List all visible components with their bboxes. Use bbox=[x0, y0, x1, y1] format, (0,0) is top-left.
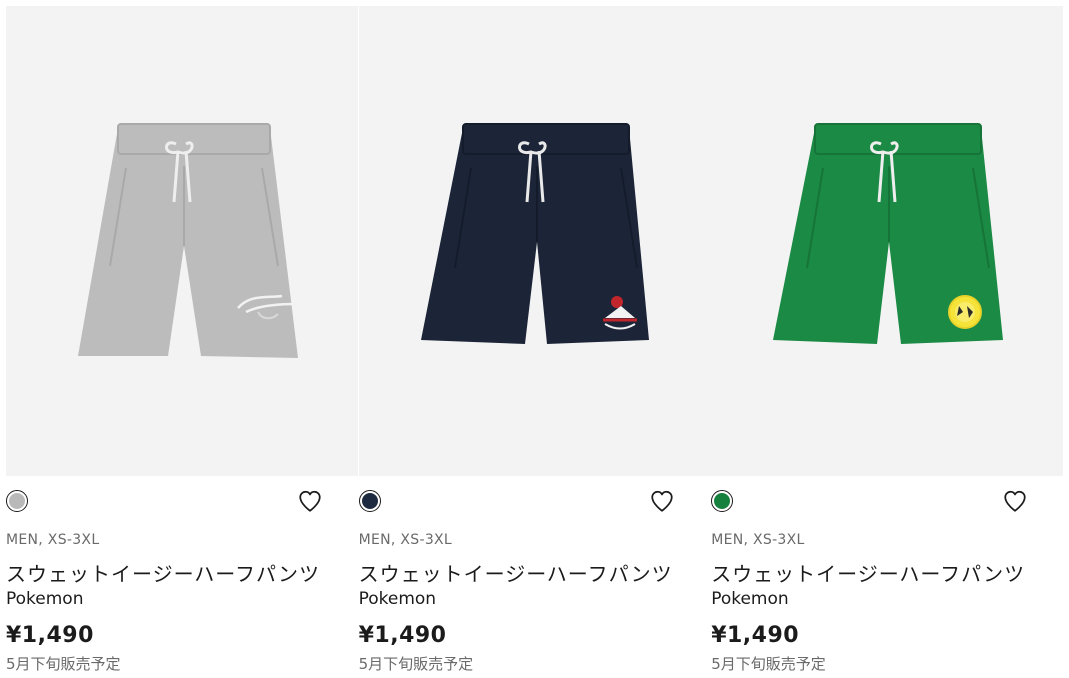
color-swatch-row bbox=[711, 476, 1064, 530]
color-swatch-selected[interactable] bbox=[358, 490, 381, 512]
product-brand: Pokemon bbox=[358, 589, 437, 609]
product-category: MEN, XS-3XL bbox=[358, 532, 453, 548]
product-price: ¥1,490 bbox=[358, 623, 447, 648]
color-swatch-row bbox=[358, 476, 712, 530]
release-note: 5月下旬販売予定 bbox=[711, 655, 826, 673]
swatch-fill bbox=[714, 493, 731, 509]
product-price: ¥1,490 bbox=[6, 623, 94, 648]
product-image[interactable] bbox=[711, 6, 1064, 476]
product-card[interactable]: MEN, XS-3XL スウェットイージーハーフパンツ Pokemon ¥1,4… bbox=[6, 6, 359, 674]
product-brand: Pokemon bbox=[711, 589, 789, 609]
product-image[interactable] bbox=[358, 6, 711, 476]
product-card[interactable]: MEN, XS-3XL スウェットイージーハーフパンツ Pokemon ¥1,4… bbox=[711, 6, 1064, 674]
release-note: 5月下旬販売予定 bbox=[358, 655, 474, 673]
heart-outline-icon[interactable] bbox=[1002, 488, 1028, 514]
swatch-fill bbox=[361, 493, 378, 509]
shorts-image bbox=[773, 123, 1004, 344]
color-swatch-selected[interactable] bbox=[711, 490, 734, 512]
product-title[interactable]: スウェットイージーハーフパンツ bbox=[6, 558, 359, 588]
product-category: MEN, XS-3XL bbox=[711, 532, 805, 548]
heart-outline-icon[interactable] bbox=[297, 488, 323, 514]
product-card[interactable]: MEN, XS-3XL スウェットイージーハーフパンツ Pokemon ¥1,4… bbox=[358, 6, 712, 674]
shorts-image bbox=[78, 123, 298, 358]
color-swatch-selected[interactable] bbox=[6, 490, 28, 512]
swatch-fill bbox=[9, 493, 25, 509]
product-grid: MEN, XS-3XL スウェットイージーハーフパンツ Pokemon ¥1,4… bbox=[6, 6, 1064, 674]
product-image[interactable] bbox=[6, 6, 358, 476]
product-brand: Pokemon bbox=[6, 589, 84, 609]
product-title[interactable]: スウェットイージーハーフパンツ bbox=[359, 558, 712, 588]
shorts-image bbox=[420, 123, 649, 344]
product-title[interactable]: スウェットイージーハーフパンツ bbox=[711, 558, 1064, 588]
logo-pikachu-badge bbox=[948, 295, 983, 329]
heart-outline-icon[interactable] bbox=[649, 488, 675, 514]
color-swatch-row bbox=[6, 476, 359, 530]
product-price: ¥1,490 bbox=[711, 623, 800, 648]
product-category: MEN, XS-3XL bbox=[6, 532, 100, 548]
release-note: 5月下旬販売予定 bbox=[6, 655, 121, 673]
